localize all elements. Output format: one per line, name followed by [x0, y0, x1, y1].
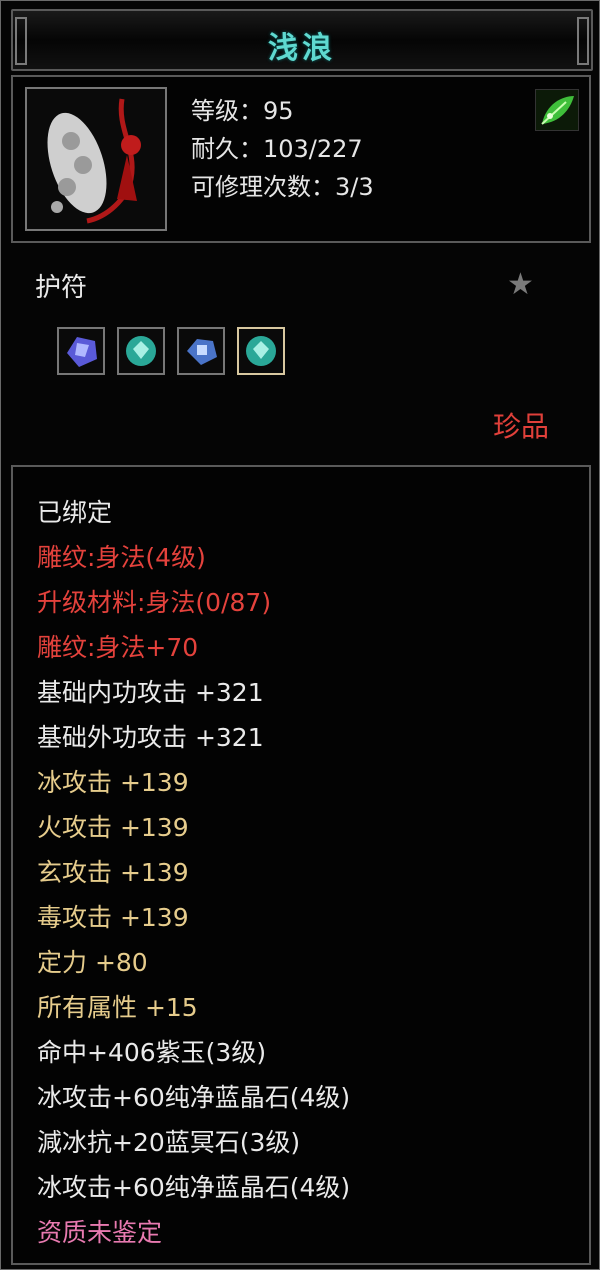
purple-gem-icon[interactable] — [57, 327, 105, 375]
teal-gem-icon[interactable] — [237, 327, 285, 375]
item-header: 等级：95 耐久：103/227 可修理次数：3/3 — [11, 75, 591, 243]
teal-gem-icon[interactable] — [117, 327, 165, 375]
property-line: 冰攻击 +139 — [37, 768, 189, 797]
property-line: 冰攻击+60纯净蓝晶石(4级) — [37, 1083, 351, 1112]
rarity-label: 珍品 — [493, 410, 550, 443]
properties-box: 已绑定雕纹:身法(4级) 升级材料:身法(0/87) 雕纹:身法+70 基础内功攻击 … — [11, 465, 591, 1265]
item-name: 浅浪 — [268, 31, 336, 66]
gem-sockets — [57, 327, 285, 375]
property-line: 基础外功攻击 +321 — [37, 723, 264, 752]
blue-gem-icon[interactable] — [177, 327, 225, 375]
green-leaf-icon — [535, 89, 579, 131]
property-line: 雕纹:身法(4级) — [37, 543, 206, 572]
amulet-jade-icon — [25, 87, 167, 231]
item-level: 等级：95 — [191, 97, 294, 125]
property-line: 命中+406紫玉(3级) — [37, 1038, 267, 1067]
property-line: 升级材料:身法(0/87) — [37, 588, 272, 617]
property-line: 雕纹:身法+70 — [37, 633, 199, 662]
property-line: 资质未鉴定 — [37, 1218, 163, 1247]
property-line: 減冰抗+20蓝冥石(3级) — [37, 1128, 301, 1157]
item-repair-count: 可修理次数：3/3 — [191, 173, 374, 201]
property-line: 冰攻击+60纯净蓝晶石(4级) — [37, 1173, 351, 1202]
item-type: 护符 — [35, 273, 88, 303]
star-icon[interactable]: ★ — [507, 267, 534, 302]
property-line: 定力 +80 — [37, 948, 148, 977]
property-line: 所有属性 +15 — [37, 993, 198, 1022]
property-line: 已绑定 — [37, 498, 113, 527]
item-durability: 耐久：103/227 — [191, 135, 363, 163]
property-line: 毒攻击 +139 — [37, 903, 189, 932]
item-tooltip: 浅浪 等级：95 耐久：103/227 可修理次数：3/3 护符 ★ 珍品 已绑… — [0, 0, 600, 1270]
property-line: 火攻击 +139 — [37, 813, 189, 842]
property-line: 玄攻击 +139 — [37, 858, 189, 887]
property-line: 基础内功攻击 +321 — [37, 678, 264, 707]
title-bar: 浅浪 — [11, 9, 593, 71]
